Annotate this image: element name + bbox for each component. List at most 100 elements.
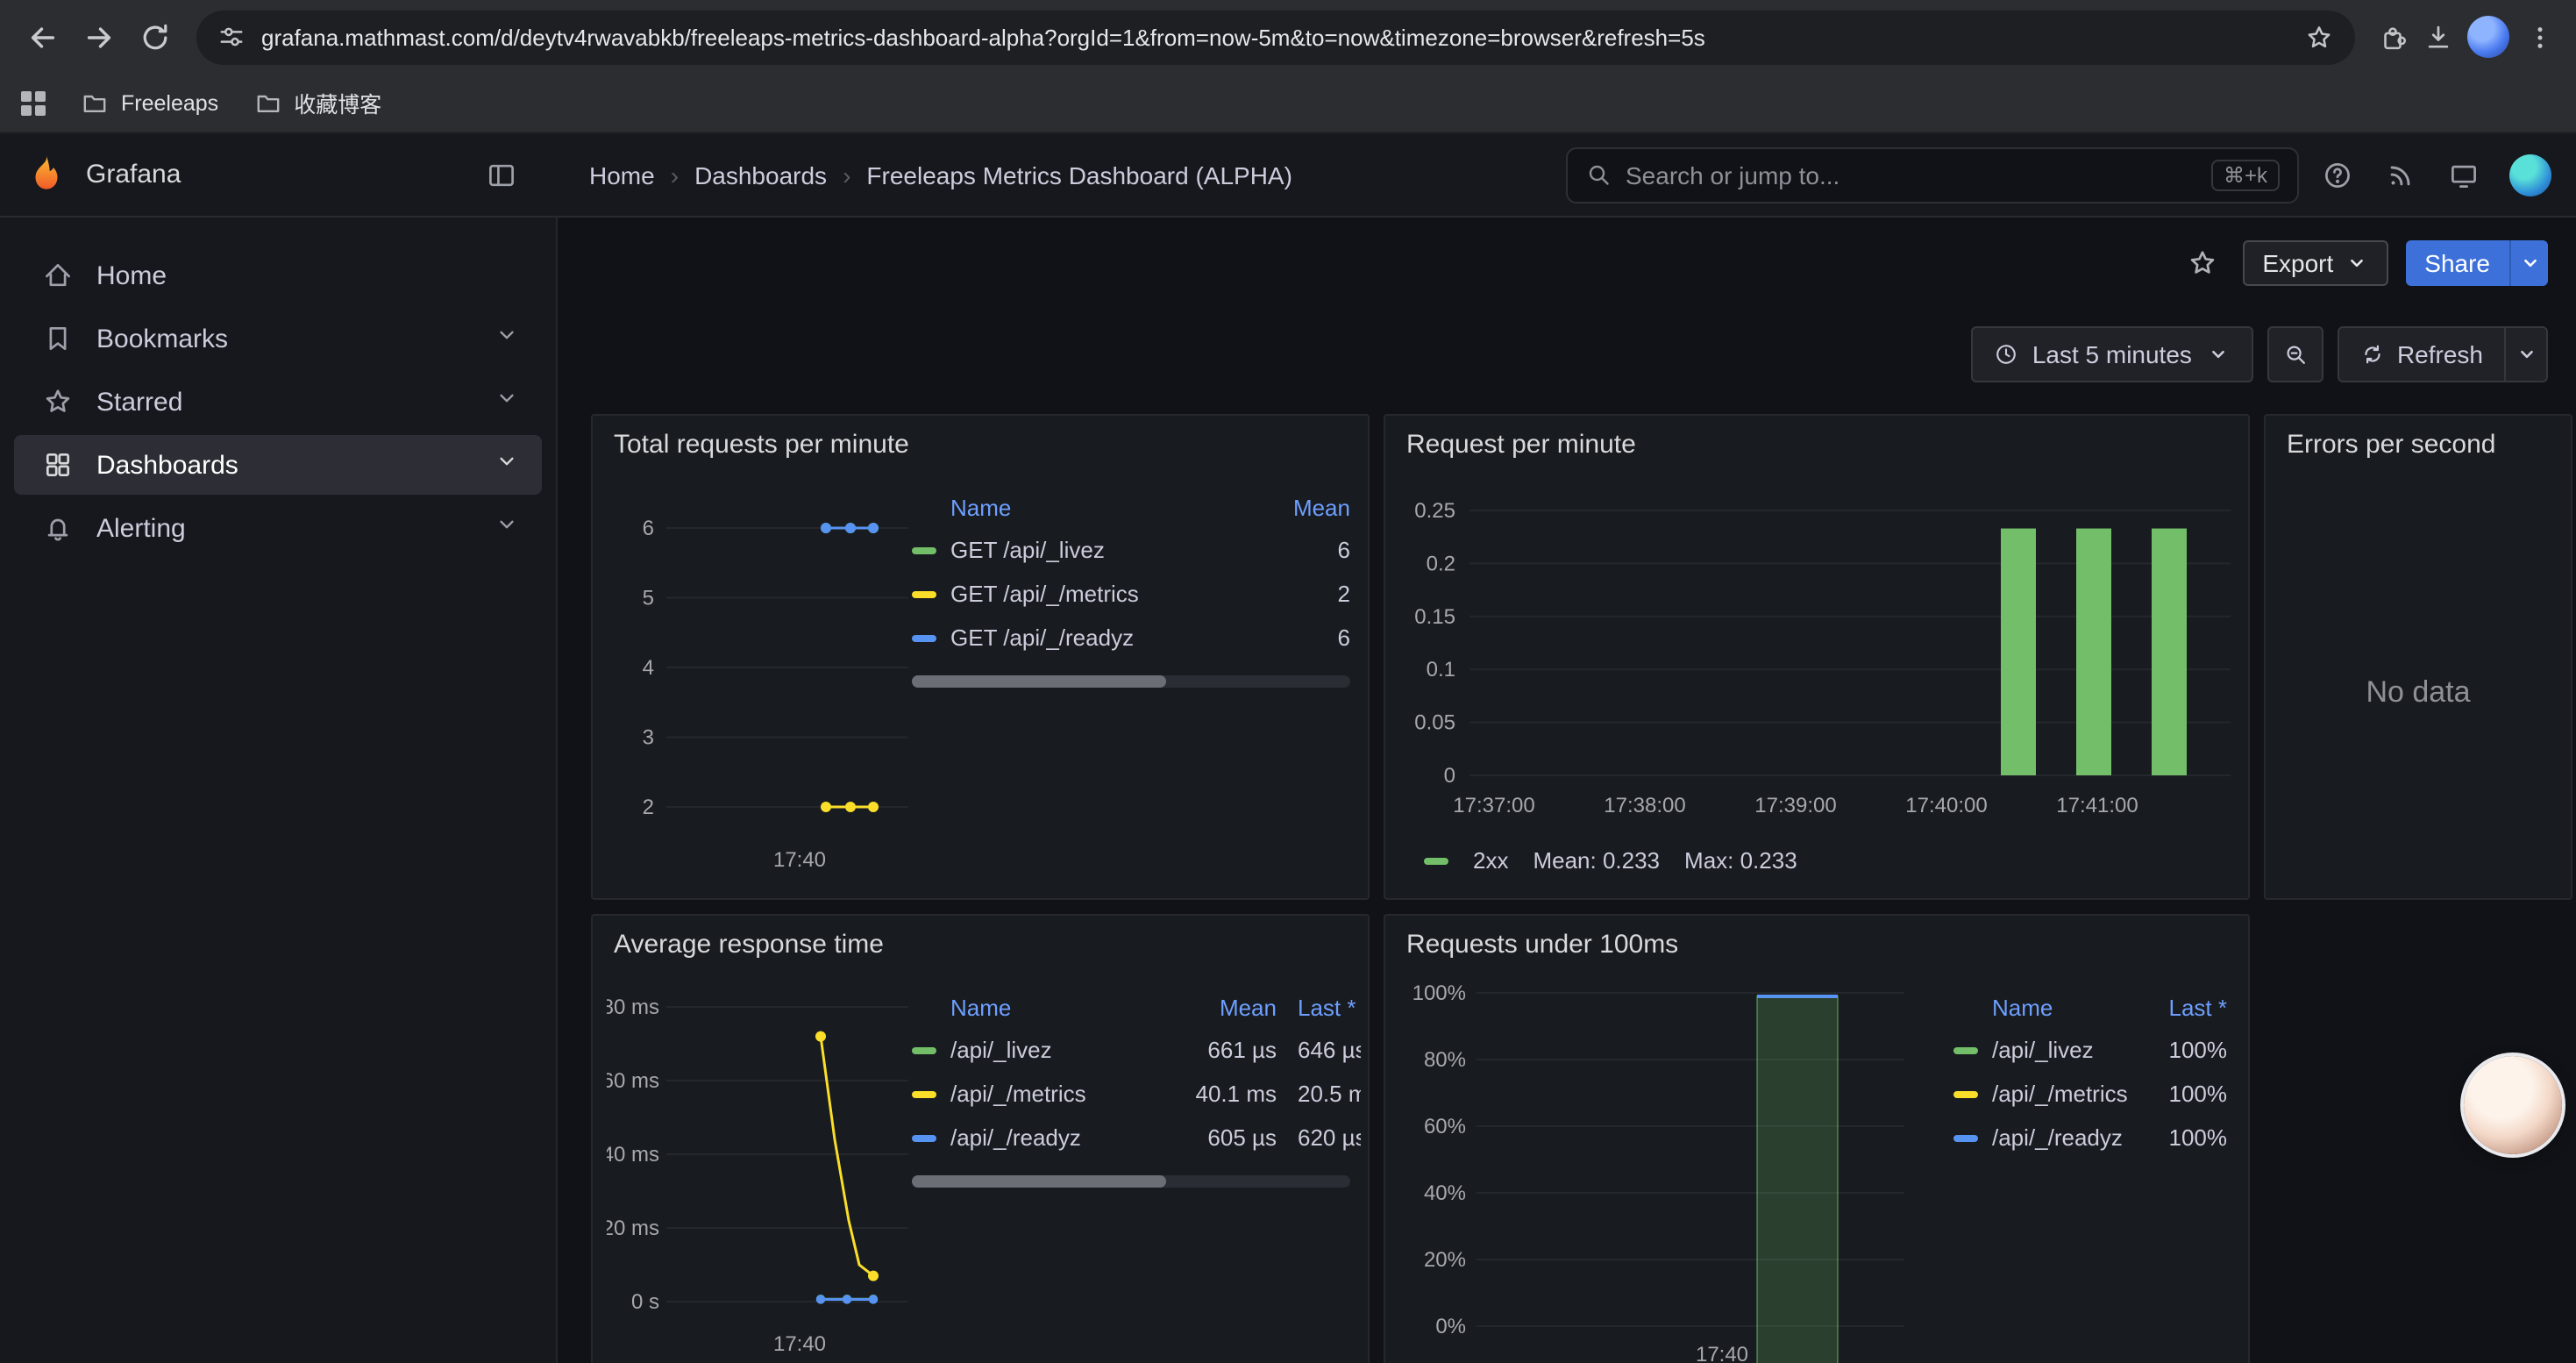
bookmark-star-button[interactable] bbox=[2295, 14, 2341, 60]
legend-col-last[interactable]: Last * bbox=[2143, 994, 2227, 1020]
apps-grid-icon bbox=[21, 90, 46, 115]
legend-row[interactable]: /api/_/readyz605 µs620 µs bbox=[912, 1116, 1361, 1160]
legend-col-name[interactable]: Name bbox=[912, 494, 1238, 520]
chevron-down-icon[interactable] bbox=[493, 384, 521, 419]
svg-text:17:40:00: 17:40:00 bbox=[1905, 794, 1987, 817]
legend-item-2xx[interactable]: 2xx Mean: 0.233 Max: 0.233 bbox=[1424, 847, 1797, 874]
browser-forward-button[interactable] bbox=[70, 9, 126, 65]
panel-title[interactable]: Errors per second bbox=[2266, 416, 2571, 460]
svg-text:20 ms: 20 ms bbox=[607, 1217, 659, 1240]
time-controls: Last 5 minutes Refresh bbox=[1971, 326, 2548, 382]
browser-back-button[interactable] bbox=[14, 9, 70, 65]
chevron-down-icon[interactable] bbox=[493, 510, 521, 546]
legend-row[interactable]: GET /api/_/metrics2 bbox=[912, 572, 1350, 616]
sidebar-item-alerting[interactable]: Alerting bbox=[14, 498, 542, 558]
series-color-dash bbox=[1953, 1090, 1978, 1097]
svg-text:0.1: 0.1 bbox=[1427, 658, 1455, 682]
chevron-down-icon bbox=[493, 384, 521, 412]
export-button[interactable]: Export bbox=[2243, 240, 2387, 286]
chevron-down-icon[interactable] bbox=[493, 447, 521, 482]
extensions-button[interactable] bbox=[2369, 14, 2415, 60]
legend-row[interactable]: GET /api/_/readyz6 bbox=[912, 616, 1350, 660]
panel-title[interactable]: Average response time bbox=[593, 916, 1368, 960]
chevron-down-icon[interactable] bbox=[493, 321, 521, 356]
bookmark-icon bbox=[42, 323, 74, 354]
svg-text:0%: 0% bbox=[1435, 1315, 1466, 1338]
sidebar-item-home[interactable]: Home bbox=[14, 246, 542, 305]
panel-title[interactable]: Requests under 100ms bbox=[1385, 916, 2248, 960]
address-bar[interactable]: grafana.mathmast.com/d/deytv4rwavabkb/fr… bbox=[196, 10, 2355, 64]
chevron-down-icon bbox=[2517, 251, 2542, 275]
browser-profile-avatar[interactable] bbox=[2467, 16, 2509, 58]
chevron-down-icon bbox=[2514, 342, 2538, 367]
series-mean: 2 bbox=[1238, 581, 1350, 607]
favorite-dashboard-button[interactable] bbox=[2180, 240, 2225, 286]
legend-row[interactable]: /api/_/metrics40.1 ms20.5 ms bbox=[912, 1072, 1361, 1116]
url-text[interactable]: grafana.mathmast.com/d/deytv4rwavabkb/fr… bbox=[261, 24, 2280, 50]
help-button[interactable] bbox=[2313, 150, 2362, 199]
sidebar-item-dashboards[interactable]: Dashboards bbox=[14, 435, 542, 495]
browser-menu-button[interactable] bbox=[2516, 14, 2562, 60]
kiosk-mode-button[interactable] bbox=[2439, 150, 2488, 199]
breadcrumb-item[interactable]: Home bbox=[589, 161, 655, 189]
scrollbar-thumb[interactable] bbox=[912, 675, 1166, 688]
refresh-interval-button[interactable] bbox=[2506, 326, 2548, 382]
refresh-icon bbox=[2360, 342, 2385, 367]
legend-col-mean[interactable]: Mean bbox=[1164, 994, 1277, 1020]
bookmark-folder-freeleaps[interactable]: Freeleaps bbox=[81, 89, 218, 117]
legend-col-name[interactable]: Name bbox=[912, 994, 1164, 1020]
legend-scrollbar[interactable] bbox=[912, 675, 1350, 688]
legend-col-mean[interactable]: Mean bbox=[1238, 494, 1350, 520]
legend-row[interactable]: /api/_/metrics100% bbox=[1953, 1072, 2227, 1116]
panel-title[interactable]: Request per minute bbox=[1385, 416, 2248, 460]
time-range-label: Last 5 minutes bbox=[2032, 340, 2192, 368]
svg-text:20%: 20% bbox=[1424, 1248, 1466, 1272]
share-menu-button[interactable] bbox=[2509, 240, 2548, 286]
floating-assistant-avatar[interactable] bbox=[2464, 1056, 2562, 1154]
panel-errors-per-second: Errors per second No data bbox=[2264, 414, 2572, 900]
under-100ms-chart: 100%80%60%40%20%0%17:40 bbox=[1392, 979, 1918, 1363]
zoom-out-button[interactable] bbox=[2267, 326, 2323, 382]
scrollbar-thumb[interactable] bbox=[912, 1175, 1166, 1188]
site-settings-icon[interactable] bbox=[217, 23, 246, 51]
grafana-brand[interactable]: Grafana bbox=[25, 153, 463, 196]
legend-row[interactable]: GET /api/_livez6 bbox=[912, 528, 1350, 572]
refresh-button[interactable]: Refresh bbox=[2338, 326, 2506, 382]
series-name: /api/_livez bbox=[950, 1037, 1164, 1063]
monitor-icon bbox=[2448, 159, 2480, 190]
downloads-button[interactable] bbox=[2415, 14, 2460, 60]
legend-row[interactable]: /api/_/readyz100% bbox=[1953, 1116, 2227, 1160]
series-last: 100% bbox=[2143, 1124, 2227, 1151]
time-range-picker[interactable]: Last 5 minutes bbox=[1971, 326, 2253, 382]
breadcrumb-item[interactable]: Dashboards bbox=[694, 161, 827, 189]
browser-reload-button[interactable] bbox=[126, 9, 182, 65]
series-last: 100% bbox=[2143, 1037, 2227, 1063]
request-per-minute-chart: 0.250.20.150.10.05017:37:0017:38:0017:39… bbox=[1392, 479, 2245, 851]
legend-col-name[interactable]: Name bbox=[1953, 994, 2143, 1020]
apps-shortcut-button[interactable] bbox=[21, 90, 46, 115]
search-input[interactable]: Search or jump to... ⌘+k bbox=[1566, 146, 2299, 203]
series-color-dash bbox=[912, 1046, 936, 1053]
legend-col-last[interactable]: Last * bbox=[1298, 994, 1361, 1020]
series-last: 20.5 ms bbox=[1298, 1081, 1361, 1107]
series-color-dash bbox=[912, 590, 936, 597]
svg-text:3: 3 bbox=[643, 726, 654, 750]
legend-row[interactable]: /api/_livez661 µs646 µs bbox=[912, 1028, 1361, 1072]
legend-scrollbar[interactable] bbox=[912, 1175, 1350, 1188]
sidebar-item-starred[interactable]: Starred bbox=[14, 372, 542, 432]
home-icon bbox=[42, 260, 74, 291]
share-button[interactable]: Share bbox=[2405, 240, 2509, 286]
legend-row[interactable]: /api/_livez100% bbox=[1953, 1028, 2227, 1072]
legend-header: NameMean Last * bbox=[912, 986, 1361, 1028]
sidebar-toggle-button[interactable] bbox=[477, 150, 526, 199]
series-mean: 40.1 ms bbox=[1164, 1081, 1277, 1107]
bookmark-folder-blogs[interactable]: 收藏博客 bbox=[253, 86, 381, 119]
download-icon bbox=[2423, 22, 2452, 52]
news-button[interactable] bbox=[2376, 150, 2425, 199]
breadcrumb: Home›Dashboards›Freeleaps Metrics Dashbo… bbox=[589, 161, 1292, 189]
panel-requests-under-100ms: Requests under 100ms 100%80%60%40%20%0%1… bbox=[1384, 914, 2250, 1363]
user-avatar[interactable] bbox=[2509, 153, 2551, 196]
star-icon bbox=[42, 386, 74, 417]
sidebar-item-bookmarks[interactable]: Bookmarks bbox=[14, 309, 542, 368]
panel-title[interactable]: Total requests per minute bbox=[593, 416, 1368, 460]
